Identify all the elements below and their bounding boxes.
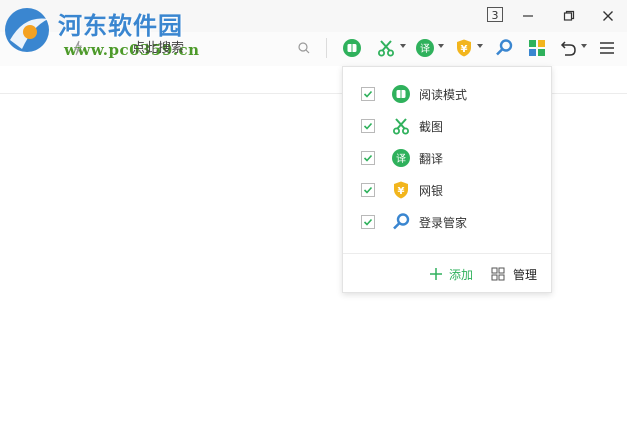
watermark-logo	[5, 8, 49, 52]
screenshot-checkbox[interactable]	[361, 119, 375, 133]
manage-label: 管理	[513, 267, 538, 282]
undo-dropdown-caret[interactable]	[581, 44, 587, 48]
translate-label: 翻译	[419, 151, 444, 166]
list-item-reading-mode[interactable]: 阅读模式	[361, 83, 467, 105]
screenshot-button[interactable]	[375, 37, 397, 59]
plus-icon	[430, 268, 442, 280]
reading-mode-label: 阅读模式	[419, 87, 468, 102]
list-item-login-manager[interactable]: 登录管家	[361, 211, 467, 233]
manage-button[interactable]: 管理	[491, 264, 537, 284]
translate-icon: 译	[392, 149, 410, 167]
list-item-translate[interactable]: 译 翻译	[361, 147, 443, 169]
bank-button[interactable]: ¥	[453, 37, 475, 59]
apps-grid-icon	[529, 40, 545, 56]
apps-button[interactable]	[526, 37, 548, 59]
bank-shield-icon: ¥	[394, 181, 408, 199]
panel-divider	[343, 253, 551, 254]
translate-button[interactable]: 译	[414, 37, 436, 59]
close-button[interactable]	[595, 3, 621, 29]
reading-mode-button[interactable]	[341, 37, 363, 59]
close-icon	[603, 11, 613, 21]
bank-glyph: ¥	[461, 44, 468, 55]
translate-dropdown-caret[interactable]	[438, 44, 444, 48]
grid-icon	[491, 267, 505, 281]
minimize-button[interactable]	[515, 3, 541, 29]
list-item-screenshot[interactable]: 截图	[361, 115, 443, 137]
bank-shield-icon: ¥	[457, 39, 471, 57]
reading-mode-icon	[392, 85, 410, 103]
translate-checkbox[interactable]	[361, 151, 375, 165]
translate-icon: 译	[416, 39, 434, 57]
toolbar-separator	[326, 38, 327, 58]
reading-mode-icon	[343, 39, 361, 57]
reading-mode-checkbox[interactable]	[361, 87, 375, 101]
scissors-icon	[393, 118, 409, 135]
main-menu-button[interactable]	[597, 37, 617, 59]
search-icon[interactable]	[296, 37, 312, 59]
extension-manager-panel: 阅读模式 截图 译 翻译 ¥ 网银 登录管家 添加 管理	[342, 66, 552, 293]
checkmark-icon	[363, 154, 373, 162]
bank-dropdown-caret[interactable]	[477, 44, 483, 48]
login-manager-label: 登录管家	[419, 215, 468, 230]
login-manager-checkbox[interactable]	[361, 215, 375, 229]
add-label: 添加	[449, 267, 474, 282]
bank-checkbox[interactable]	[361, 183, 375, 197]
translate-glyph: 译	[420, 43, 430, 55]
lightning-icon[interactable]	[70, 37, 86, 59]
minimize-icon	[523, 15, 533, 17]
add-button[interactable]: 添加	[429, 264, 473, 284]
bank-label: 网银	[419, 183, 444, 198]
restore-button[interactable]	[556, 3, 582, 29]
screenshot-dropdown-caret[interactable]	[400, 44, 406, 48]
screenshot-label: 截图	[419, 119, 444, 134]
login-manager-button[interactable]	[493, 37, 515, 59]
undo-button[interactable]	[558, 37, 578, 59]
tab-count-badge[interactable]: 3	[487, 7, 503, 22]
login-key-icon	[496, 39, 513, 56]
translate-glyph: 译	[396, 153, 406, 165]
bank-glyph: ¥	[398, 186, 405, 197]
scissors-icon	[378, 40, 394, 57]
checkmark-icon	[363, 122, 373, 130]
checkmark-icon	[363, 218, 373, 226]
checkmark-icon	[363, 90, 373, 98]
hamburger-menu-icon	[600, 42, 614, 54]
login-key-icon	[393, 213, 410, 230]
undo-icon	[560, 41, 576, 56]
checkmark-icon	[363, 186, 373, 194]
search-input[interactable]	[126, 36, 324, 60]
restore-icon	[563, 10, 575, 21]
list-item-bank[interactable]: ¥ 网银	[361, 179, 443, 201]
